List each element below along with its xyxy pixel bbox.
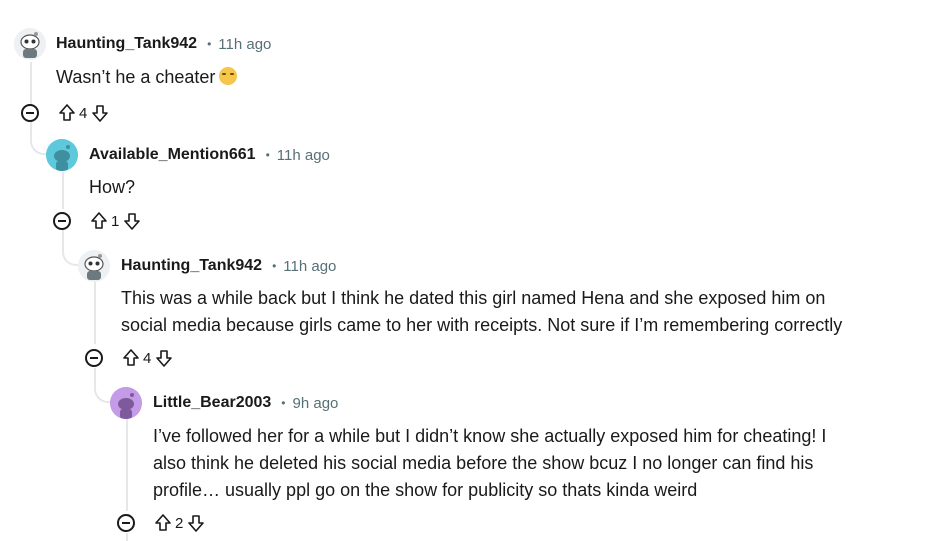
separator-dot: • bbox=[265, 148, 270, 162]
thread-line bbox=[62, 230, 64, 250]
comment-body: I’ve followed her for a while but I didn… bbox=[153, 423, 826, 504]
username[interactable]: Haunting_Tank942 bbox=[121, 257, 262, 275]
vote-controls: 2 bbox=[153, 513, 206, 533]
comment-actions: 4 bbox=[85, 346, 174, 370]
thread-line bbox=[126, 419, 128, 511]
thread-line bbox=[94, 282, 96, 344]
upvote-icon[interactable] bbox=[121, 348, 141, 368]
thread-line bbox=[30, 62, 32, 104]
vote-controls: 1 bbox=[89, 211, 142, 231]
snoo-avatar-icon bbox=[78, 250, 110, 282]
timestamp[interactable]: 11h ago bbox=[277, 147, 330, 164]
comment-text-line: also think he deleted his social media b… bbox=[153, 453, 814, 473]
comment-body: How? bbox=[89, 174, 135, 201]
comment-text: How? bbox=[89, 177, 136, 197]
vote-score: 4 bbox=[79, 104, 88, 122]
downvote-icon[interactable] bbox=[154, 348, 174, 368]
collapse-button[interactable] bbox=[117, 514, 135, 532]
vote-score: 2 bbox=[175, 514, 184, 532]
avatar[interactable] bbox=[78, 250, 110, 282]
upvote-icon[interactable] bbox=[57, 103, 77, 123]
separator-dot: • bbox=[272, 259, 277, 273]
timestamp[interactable]: 11h ago bbox=[218, 36, 271, 53]
thread-line bbox=[62, 172, 64, 209]
comment-text-line: profile… usually ppl go on the show for … bbox=[153, 480, 698, 500]
comment-text-line: This was a while back but I think he dat… bbox=[121, 288, 826, 308]
username[interactable]: Little_Bear2003 bbox=[153, 394, 271, 412]
vote-controls: 4 bbox=[121, 348, 174, 368]
avatar[interactable] bbox=[110, 387, 142, 419]
thread-elbow bbox=[30, 137, 46, 155]
loudly-crying-face-icon bbox=[219, 67, 238, 85]
username[interactable]: Haunting_Tank942 bbox=[56, 35, 197, 53]
username[interactable]: Available_Mention661 bbox=[89, 146, 256, 164]
comment-actions: 1 bbox=[53, 209, 142, 233]
vote-controls: 4 bbox=[57, 103, 110, 123]
vote-score: 4 bbox=[143, 349, 152, 367]
comment-text: Wasn’t he a cheater bbox=[56, 67, 216, 87]
avatar[interactable] bbox=[46, 139, 78, 171]
thread-elbow bbox=[94, 385, 110, 403]
thread-line bbox=[94, 368, 96, 386]
timestamp[interactable]: 9h ago bbox=[293, 395, 339, 412]
timestamp[interactable]: 11h ago bbox=[283, 258, 336, 275]
comment-text-line: I’ve followed her for a while but I didn… bbox=[153, 426, 827, 446]
comment-actions: 4 bbox=[21, 101, 110, 125]
snoo-avatar-icon bbox=[46, 139, 78, 171]
downvote-icon[interactable] bbox=[122, 211, 142, 231]
comment-header: Available_Mention661 • 11h ago bbox=[89, 146, 330, 164]
snoo-avatar-icon bbox=[110, 387, 142, 419]
comment-header: Haunting_Tank942 • 11h ago bbox=[56, 35, 271, 53]
comment-header: Little_Bear2003 • 9h ago bbox=[153, 394, 338, 412]
collapse-button[interactable] bbox=[21, 104, 39, 122]
collapse-button[interactable] bbox=[85, 349, 103, 367]
separator-dot: • bbox=[281, 396, 286, 410]
comment-body: Wasn’t he a cheater bbox=[56, 64, 238, 91]
collapse-button[interactable] bbox=[53, 212, 71, 230]
upvote-icon[interactable] bbox=[89, 211, 109, 231]
comment-actions: 2 bbox=[117, 511, 206, 535]
separator-dot: • bbox=[207, 37, 212, 51]
comment-text-line: social media because girls came to her w… bbox=[121, 315, 843, 335]
vote-score: 1 bbox=[111, 212, 120, 230]
snoo-avatar-icon bbox=[14, 28, 46, 60]
downvote-icon[interactable] bbox=[90, 103, 110, 123]
upvote-icon[interactable] bbox=[153, 513, 173, 533]
thread-elbow bbox=[62, 248, 78, 266]
comment-header: Haunting_Tank942 • 11h ago bbox=[121, 257, 336, 275]
downvote-icon[interactable] bbox=[186, 513, 206, 533]
avatar[interactable] bbox=[14, 28, 46, 60]
comment-body: This was a while back but I think he dat… bbox=[121, 285, 842, 339]
